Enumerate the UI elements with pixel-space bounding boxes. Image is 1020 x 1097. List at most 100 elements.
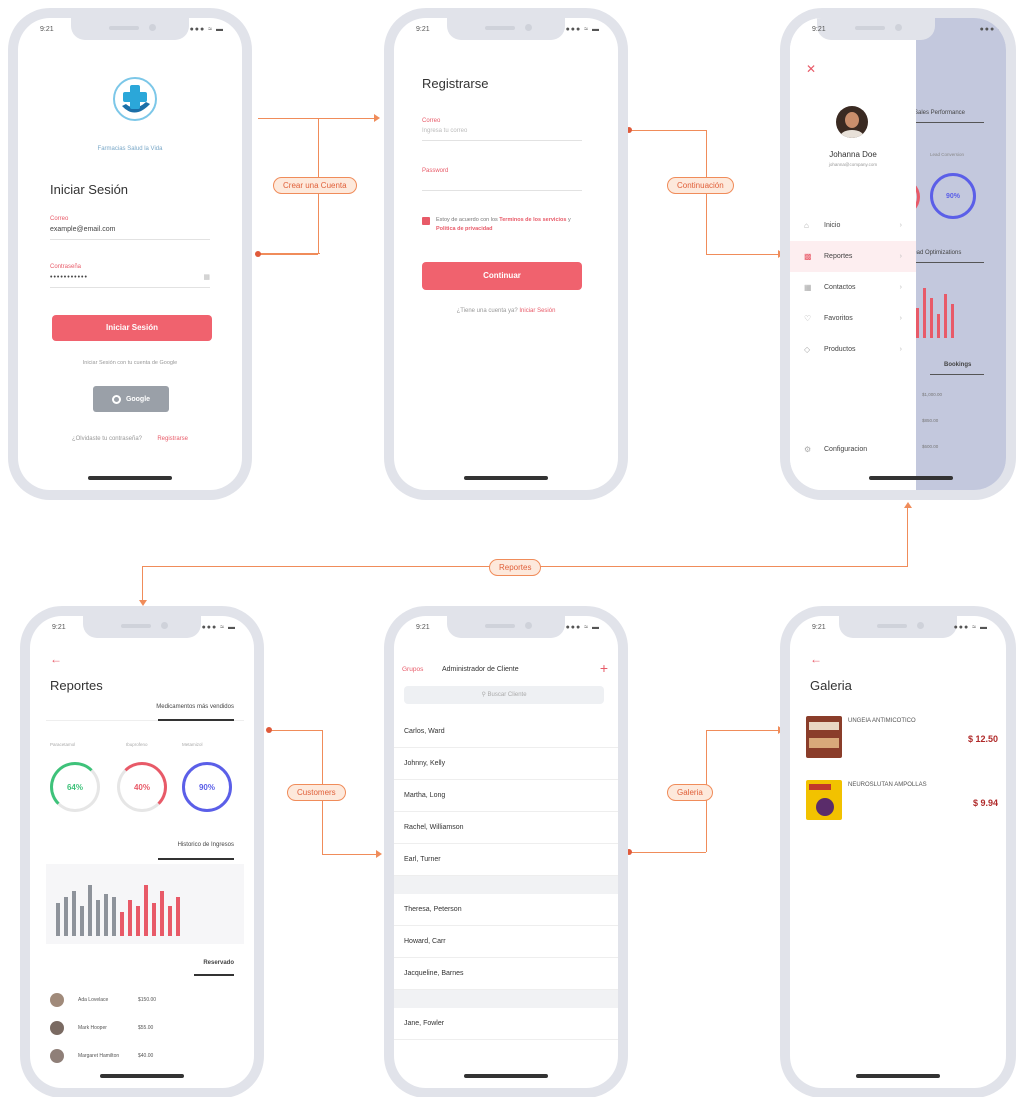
status-time: 9:21 — [40, 26, 54, 33]
page-title: Iniciar Sesión — [50, 182, 129, 197]
person-row[interactable]: Margaret Hamilton $40.00 — [50, 1042, 230, 1070]
arrow-icon — [374, 114, 380, 122]
menu-label: Inicio — [824, 222, 841, 229]
chart-bar — [72, 891, 76, 936]
bg-ring-label: Lead Conversion — [930, 152, 965, 157]
phone-clientes: 9:21 ●●● ≈ ▬ Grupos Administrador de Cli… — [384, 606, 628, 1097]
ring-label-3: Metamizol — [182, 742, 203, 747]
groups-link[interactable]: Grupos — [402, 666, 423, 673]
chevron-right-icon: › — [899, 253, 902, 260]
login-row: ¿Tiene una cuenta ya? Iniciar Sesión — [394, 308, 618, 314]
phone-drawer: Sales Performance Lead Conversion 90% Le… — [780, 8, 1016, 500]
menu-item-contactos[interactable]: ▦ Contactos › — [790, 272, 916, 303]
forgot-password-link[interactable]: ¿Olvidaste tu contraseña? — [72, 436, 142, 442]
label-crear-cuenta: Crear una Cuenta — [273, 177, 357, 194]
have-account-text: ¿Tiene una cuenta ya? — [456, 308, 518, 314]
list-item[interactable]: Martha, Long — [394, 780, 618, 812]
search-input[interactable]: ⚲ Buscar Cliente — [404, 686, 604, 704]
product-card[interactable]: NEUROSLUTAN AMPOLLAS $ 9.94 — [806, 776, 998, 826]
email-input[interactable]: Ingresa tu correo — [422, 128, 582, 134]
chevron-right-icon: › — [899, 222, 902, 229]
bg-value-2: $850.00 — [922, 418, 939, 423]
list-item[interactable]: Johnny, Kelly — [394, 748, 618, 780]
login-screen: 9:21 ●●● ≈ ▬ Farmacias Salud la Vida Ini… — [18, 18, 242, 490]
terms-row: Estoy de acuerdo con los Terminos de los… — [422, 216, 586, 234]
tab-medicamentos[interactable]: Medicamentos más vendidos — [156, 704, 234, 710]
terms-link[interactable]: Terminos de los servicios — [499, 217, 566, 223]
person-name: Ada Lovelace — [78, 997, 109, 1003]
connector-line — [322, 854, 378, 855]
menu-label: Contactos — [824, 284, 856, 291]
notch — [83, 616, 201, 638]
back-arrow-icon[interactable]: ← — [810, 652, 822, 666]
product-card[interactable]: UNGEIA ANTIMICOTICO $ 12.50 — [806, 712, 998, 762]
search-placeholder: Buscar Cliente — [487, 692, 527, 698]
menu-item-favoritos[interactable]: ♡ Favoritos › — [790, 303, 916, 334]
list-item[interactable]: Jacqueline, Barnes — [394, 958, 618, 990]
list-item[interactable]: Theresa, Peterson — [394, 894, 618, 926]
list-item[interactable]: Earl, Turner — [394, 844, 618, 876]
tab-historico[interactable]: Historico de Ingresos — [178, 842, 234, 848]
add-client-button[interactable]: + — [600, 660, 608, 676]
email-underline — [50, 239, 210, 240]
list-item[interactable]: Rachel, Williamson — [394, 812, 618, 844]
bg-section2: Lead Optimizations — [910, 250, 962, 256]
google-button[interactable]: Google — [93, 386, 169, 412]
phone-galeria: 9:21 ●●● ≈ ▬ ← Galeria UNGEIA ANTIMICOTI… — [780, 606, 1016, 1097]
person-row[interactable]: Mark Hooper $55.00 — [50, 1014, 230, 1042]
menu-item-configuracion[interactable]: ⚙ Configuracion — [790, 434, 916, 465]
terms-checkbox[interactable] — [422, 217, 430, 225]
menu-label: Configuracion — [824, 446, 868, 453]
email-label: Correo — [50, 216, 69, 222]
home-indicator — [464, 1074, 548, 1078]
product-image-circle — [816, 798, 834, 816]
continue-button[interactable]: Continuar — [422, 262, 582, 290]
email-label: Correo — [422, 118, 441, 124]
eye-icon[interactable]: ▦ — [203, 273, 210, 281]
ring-metamizol: 90% — [182, 762, 232, 812]
status-time: 9:21 — [812, 624, 826, 631]
close-icon[interactable]: ✕ — [806, 62, 816, 76]
chart-bar — [128, 900, 132, 936]
password-underline[interactable] — [422, 190, 582, 191]
list-item[interactable]: Howard, Carr — [394, 926, 618, 958]
email-field[interactable]: example@email.com — [50, 226, 210, 233]
email-group: Correo Ingresa tu correo — [422, 118, 582, 141]
avatar-face — [845, 112, 859, 128]
person-row[interactable]: Ada Lovelace $150.00 — [50, 986, 230, 1014]
label-customers: Customers — [287, 784, 346, 801]
terms-text: Estoy de acuerdo con los Terminos de los… — [436, 216, 586, 234]
list-item[interactable]: Jane, Fowler — [394, 1008, 618, 1040]
menu-item-inicio[interactable]: ⌂ Inicio › — [790, 210, 916, 241]
status-icons: ●●● ≈ ▬ — [189, 26, 224, 33]
list-item[interactable]: Carlos, Ward — [394, 716, 618, 748]
back-arrow-icon[interactable]: ← — [50, 652, 62, 666]
avatar — [836, 106, 868, 138]
chart-bar — [160, 891, 164, 936]
password-field[interactable]: ••••••••••• — [50, 274, 210, 281]
status-time: 9:21 — [416, 624, 430, 631]
box-icon: ◇ — [804, 345, 811, 354]
product-image-band — [809, 784, 831, 790]
product-price: $ 9.94 — [972, 798, 998, 808]
reportes-screen: 9:21 ●●● ≈ ▬ ← Reportes Medicamentos más… — [30, 616, 254, 1088]
tab-reservado[interactable]: Reservado — [203, 960, 234, 966]
password-label: Contraseña — [50, 264, 82, 270]
client-list: Carlos, Ward Johnny, Kelly Martha, Long … — [394, 716, 618, 1040]
login-button[interactable]: Iniciar Sesión — [52, 315, 212, 341]
menu-item-reportes[interactable]: ▩ Reportes › — [790, 241, 916, 272]
login-link[interactable]: Iniciar Sesión — [519, 308, 555, 314]
ring-value: 40% — [133, 782, 150, 792]
terms-prefix: Estoy de acuerdo con los — [436, 217, 500, 223]
page-title: Administrador de Cliente — [442, 666, 519, 673]
ring-label-1: Paracetamol — [50, 742, 76, 747]
home-indicator — [856, 1074, 940, 1078]
register-link[interactable]: Registrarse — [157, 436, 188, 442]
avatar — [50, 1049, 64, 1063]
person-amount: $150.00 — [138, 997, 157, 1003]
bg-bar — [951, 304, 954, 338]
menu-item-productos[interactable]: ◇ Productos › — [790, 334, 916, 365]
privacy-link[interactable]: Politica de privacidad — [436, 226, 493, 232]
status-icons: ●●● ≈ ▬ — [201, 624, 236, 631]
home-indicator — [100, 1074, 184, 1078]
